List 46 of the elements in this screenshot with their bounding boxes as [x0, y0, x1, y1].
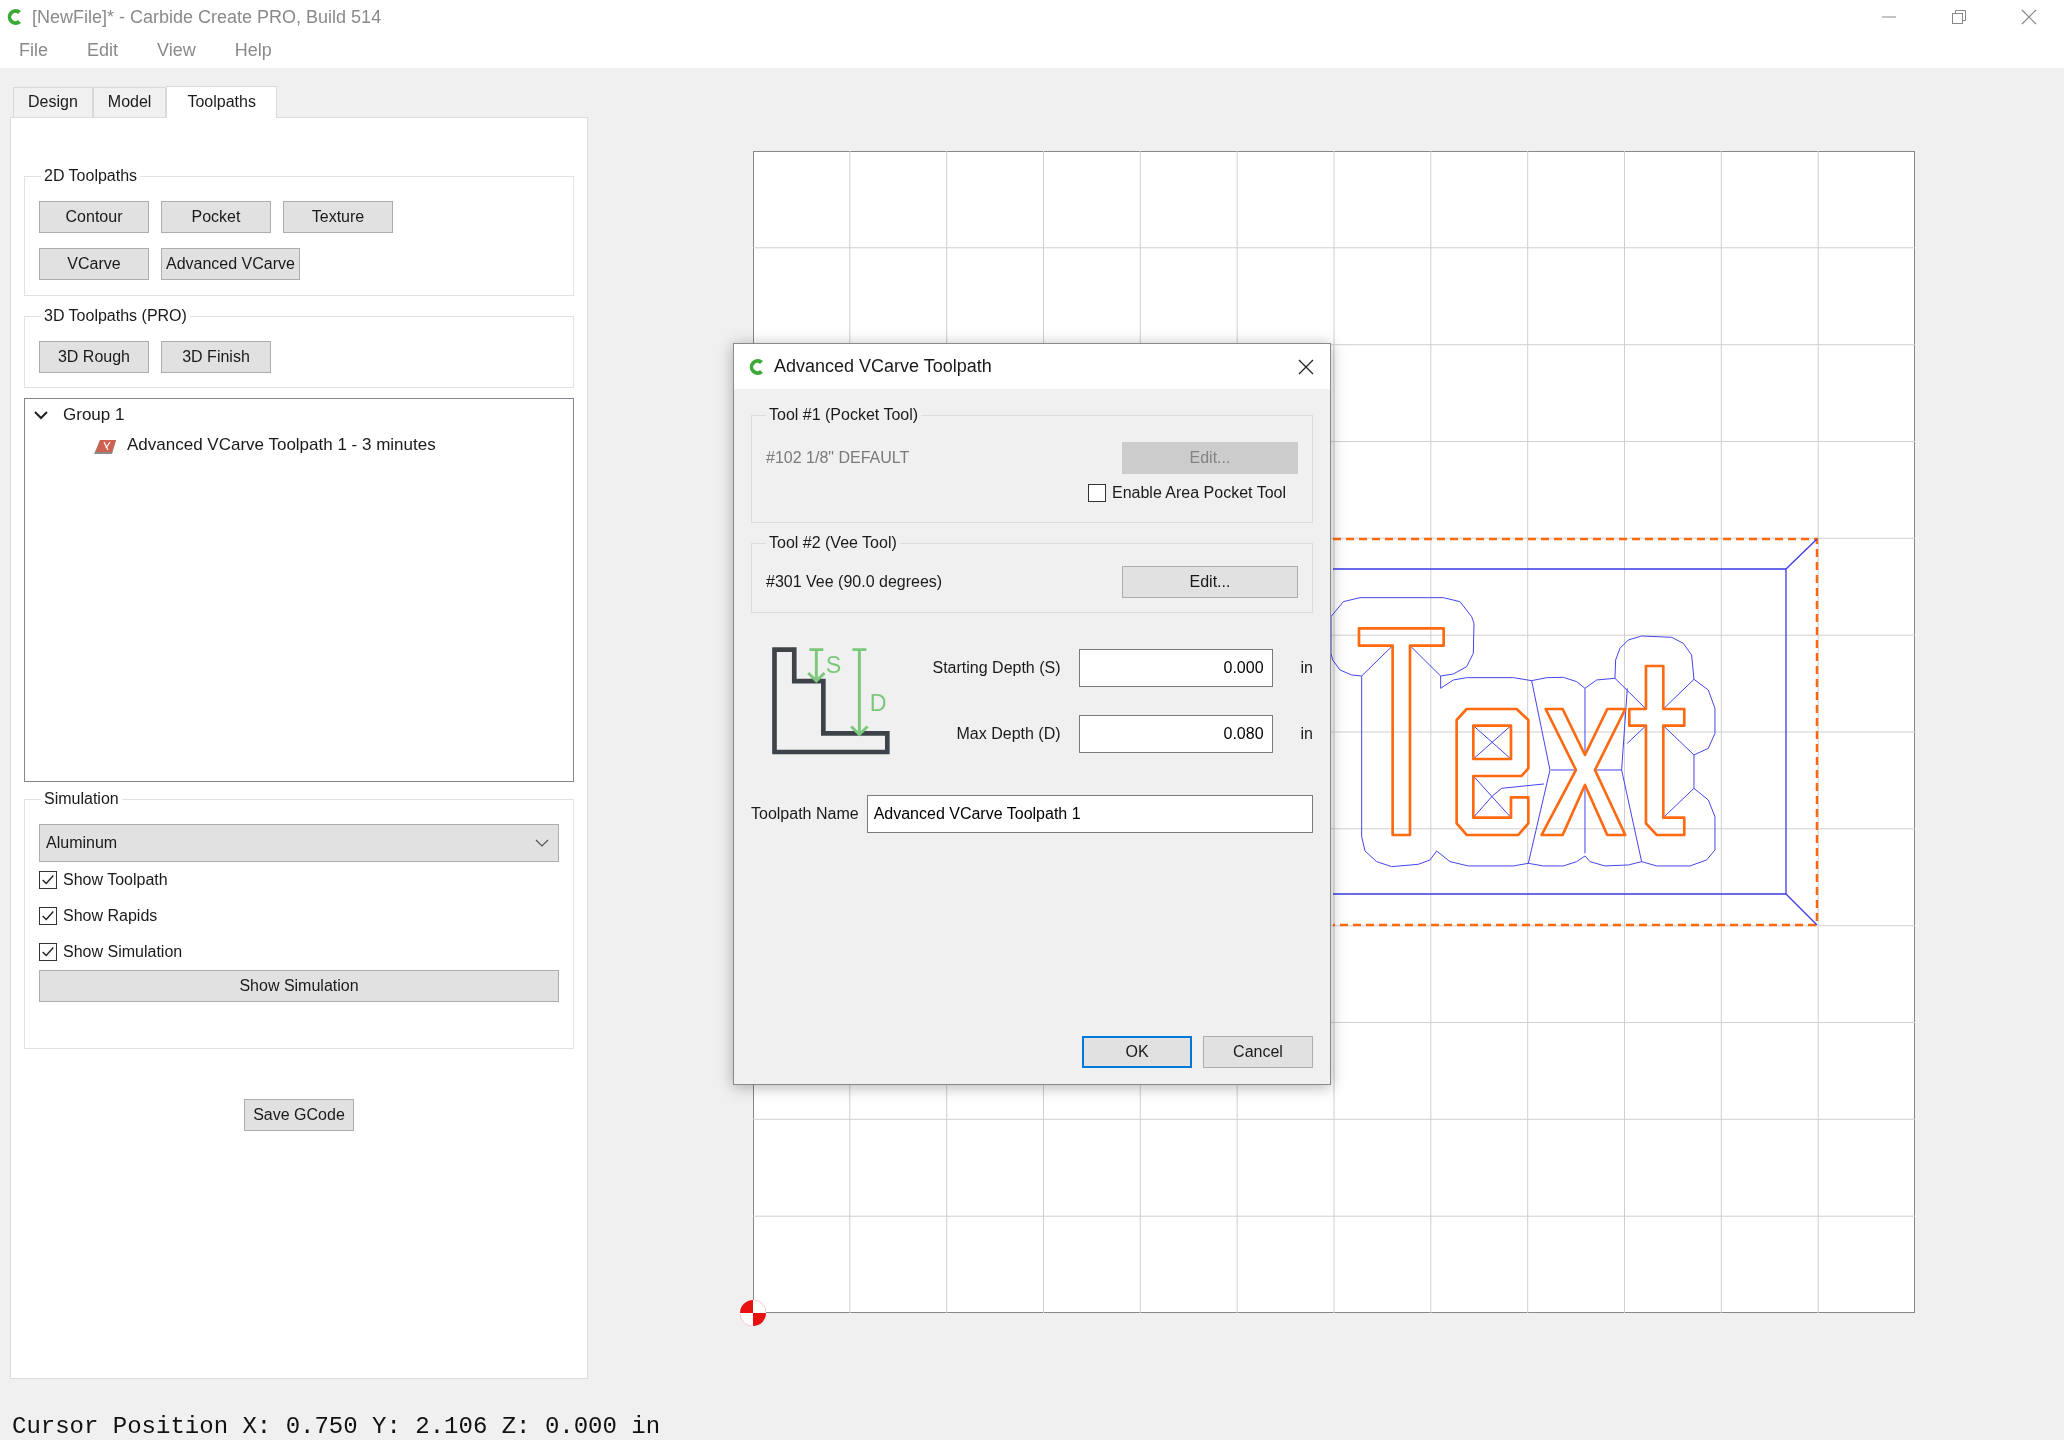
save-gcode-button[interactable]: Save GCode	[244, 1098, 354, 1131]
depth-input[interactable]: 0.080	[1078, 715, 1273, 753]
dialog-button[interactable]: OK	[1082, 1036, 1192, 1068]
unit-label: in	[1300, 659, 1313, 677]
tab[interactable]: Toolpaths	[166, 85, 277, 118]
checkbox[interactable]	[39, 906, 57, 925]
checkbox[interactable]	[39, 870, 57, 889]
material-dropdown[interactable]: Aluminum	[39, 823, 559, 862]
toolpath-button[interactable]: 3D Finish	[161, 340, 271, 373]
dialog-logo-icon	[748, 356, 766, 377]
close-icon[interactable]	[1298, 358, 1314, 375]
checkbox-label: Show Rapids	[63, 906, 158, 925]
edit-button[interactable]: Edit...	[1122, 566, 1298, 598]
unit-label: in	[1300, 725, 1313, 743]
restore-icon[interactable]	[1950, 8, 1968, 26]
app-logo-icon	[6, 7, 24, 27]
toolpath-button[interactable]: Advanced VCarve	[161, 247, 300, 280]
checkbox-label: Enable Area Pocket Tool	[1111, 484, 1286, 502]
tree-item[interactable]: Group 1	[63, 404, 125, 425]
status-bar-text: Cursor Position X: 0.750 Y: 2.106 Z: 0.000 in	[11, 1412, 662, 1440]
tree-item[interactable]: Advanced VCarve Toolpath 1 - 3 minutes	[127, 434, 436, 455]
group-title: Tool #2 (Vee Tool)	[766, 533, 900, 553]
toolpath-button[interactable]: 3D Rough	[39, 340, 149, 373]
toolpath-button[interactable]: Pocket	[161, 200, 271, 233]
toolpath-name-input[interactable]: Advanced VCarve Toolpath 1	[866, 795, 1313, 833]
show-simulation-button[interactable]: Show Simulation	[39, 969, 559, 1002]
tool-name: #102 1/8" DEFAULT	[766, 449, 910, 467]
checkbox[interactable]	[39, 942, 57, 961]
checkbox-label: Show Toolpath	[63, 870, 168, 889]
dialog-title: Advanced VCarve Toolpath	[774, 356, 992, 377]
menu-item[interactable]: View	[146, 40, 207, 62]
field-label: Max Depth (D)	[955, 725, 1062, 743]
depth-input[interactable]: 0.000	[1078, 649, 1273, 687]
origin-marker-icon	[740, 1299, 766, 1326]
group-title: Tool #1 (Pocket Tool)	[766, 405, 922, 425]
toolpath-button[interactable]: Contour	[39, 200, 149, 233]
tool-name: #301 Vee (90.0 degrees)	[766, 573, 943, 591]
checkbox-label: Show Simulation	[63, 942, 183, 961]
dialog-button[interactable]: Cancel	[1203, 1036, 1313, 1068]
window-title: [NewFile]* - Carbide Create PRO, Build 514	[32, 6, 382, 28]
field-label: Starting Depth (S)	[931, 659, 1062, 677]
toolpath-button[interactable]: Texture	[283, 200, 393, 233]
tab[interactable]: Design	[13, 86, 93, 117]
field-label: Toolpath Name	[751, 805, 859, 823]
tab[interactable]: Model	[92, 86, 167, 117]
toolpath-button[interactable]: VCarve	[39, 247, 149, 280]
